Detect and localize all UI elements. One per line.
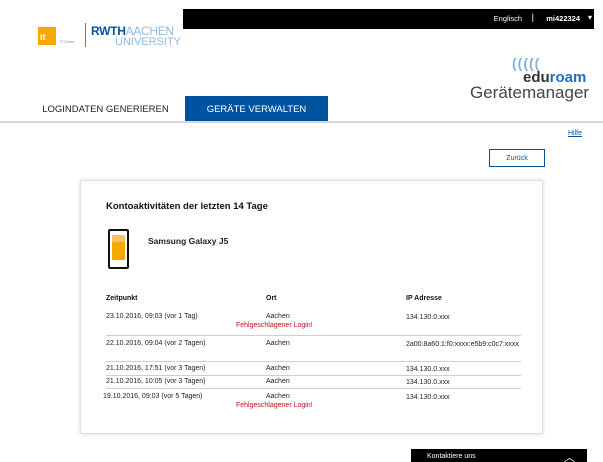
rwth-logo[interactable]: it IT Center RWTHAACHEN UNIVERSITY	[28, 9, 183, 57]
back-button[interactable]: Zurück	[489, 149, 545, 167]
row-place: Aachen	[266, 378, 290, 385]
tab-geraete-verwalten[interactable]: GERÄTE VERWALTEN	[185, 96, 328, 122]
contact-us-button[interactable]: Kontaktiere uns ︿	[411, 449, 587, 462]
rwth-university: UNIVERSITY	[115, 36, 182, 48]
page: { "topbar": { "language": "Englisch", "s…	[0, 0, 603, 462]
row-time: 21.10.2016, 17:51 (vor 3 Tagen)	[106, 365, 206, 372]
logo-divider	[85, 23, 86, 47]
row-time: 23.10.2016, 09:03 (vor 1 Tag)	[106, 313, 198, 320]
tab-logindaten-generieren[interactable]: LOGINDATEN GENERIEREN	[28, 96, 183, 122]
user-menu[interactable]: mi422324	[546, 14, 580, 23]
row-place: Aachen	[266, 393, 290, 400]
row-time: 22.10.2016, 09:04 (vor 2 Tagen)	[106, 340, 206, 347]
column-header-zeitpunkt: Zeitpunkt	[106, 295, 138, 302]
phone-screen-top	[112, 235, 125, 242]
product-title: Gerätemanager	[470, 83, 590, 102]
chevron-down-icon[interactable]: ▾	[588, 13, 592, 22]
it-center-logo-icon: it	[38, 27, 56, 45]
row-divider	[106, 361, 521, 362]
chevron-up-icon[interactable]: ︿	[564, 449, 575, 462]
topbar-separator: |	[531, 12, 534, 22]
phone-screen-bottom	[112, 242, 125, 260]
login-failed-label: Fehlgeschlagener Login!	[236, 402, 313, 409]
row-place: Aachen	[266, 340, 290, 347]
tab-underline	[0, 121, 603, 123]
row-ip: 134.130.0.xxx	[406, 314, 450, 321]
language-switch-link[interactable]: Englisch	[494, 14, 522, 23]
login-failed-label: Fehlgeschlagener Login!	[236, 322, 313, 329]
column-header-ort: Ort	[266, 295, 277, 302]
row-ip: 134.130.0.xxx	[406, 379, 450, 386]
row-place: Aachen	[266, 313, 290, 320]
row-place: Aachen	[266, 365, 290, 372]
row-ip: 2a00:8a60:1:f0:xxxx:e5b9:c0c7:xxxx	[406, 341, 519, 348]
row-divider	[106, 375, 521, 376]
row-time: 19.10.2016, 09:03 (vor 5 Tagen)	[103, 393, 203, 400]
help-link[interactable]: Hilfe	[568, 130, 582, 137]
row-ip: 134.130.0.xxx	[406, 394, 450, 401]
it-center-label: IT Center	[60, 40, 75, 44]
row-time: 21.10.2016, 10:05 (vor 3 Tagen)	[106, 378, 206, 385]
column-header-ip: IP Adresse	[406, 295, 442, 302]
card-title: Kontoaktivitäten der letzten 14 Tage	[106, 201, 268, 212]
activity-card: Kontoaktivitäten der letzten 14 Tage Sam…	[80, 180, 543, 434]
row-ip: 134.130.0.xxx	[406, 366, 450, 373]
smartphone-icon	[108, 229, 129, 269]
device-name: Samsung Galaxy J5	[148, 236, 229, 246]
row-divider	[106, 388, 521, 389]
contact-us-label: Kontaktiere uns	[427, 453, 476, 460]
row-divider	[106, 335, 521, 336]
